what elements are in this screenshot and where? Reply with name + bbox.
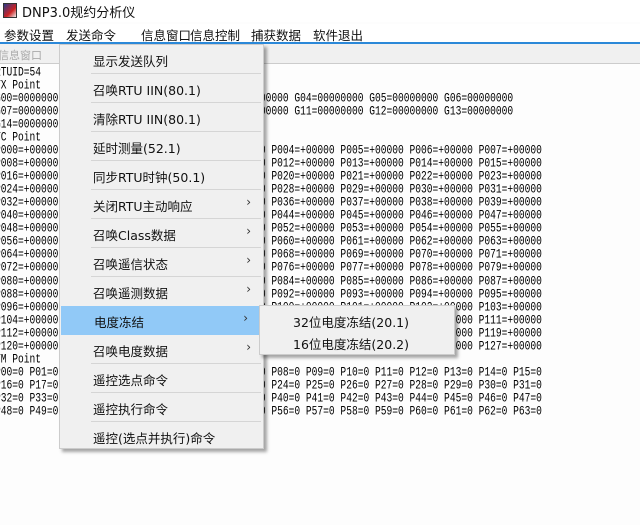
menu-separator: [91, 131, 261, 132]
menu-3[interactable]: 信息控制: [190, 25, 240, 44]
menu-item[interactable]: 召唤RTU IIN(80.1): [60, 74, 263, 103]
chevron-right-icon: ›: [246, 224, 251, 238]
menu-item-label: 电度冻结: [94, 315, 145, 330]
menu-separator: [91, 392, 261, 393]
title-bar: DNP3.0规约分析仪: [0, 0, 640, 22]
menu-item[interactable]: 召唤遥测数据 ›: [60, 277, 263, 306]
menu-separator: [91, 276, 261, 277]
menu-item-label: 召唤遥测数据: [93, 286, 169, 301]
menu-item-label: 关闭RTU主动响应: [93, 199, 193, 214]
menu-item-label: 遥控(选点并执行)命令: [93, 431, 216, 446]
menu-0[interactable]: 参数设置: [4, 25, 54, 44]
menu-1[interactable]: 发送命令: [66, 25, 116, 44]
chevron-right-icon: ›: [243, 311, 248, 325]
menu-separator: [91, 102, 261, 103]
menu-item[interactable]: 召唤电度数据 ›: [60, 335, 263, 364]
submenu-item[interactable]: 16位电度冻结(20.2): [293, 334, 409, 353]
menu-2[interactable]: 信息窗口: [141, 25, 191, 44]
chevron-right-icon: ›: [246, 340, 251, 354]
menu-item[interactable]: 召唤遥信状态 ›: [60, 248, 263, 277]
menu-item-label: 遥控选点命令: [93, 373, 169, 388]
menu-item-label: 遥控执行命令: [93, 402, 169, 417]
toolbar-label: 信息窗口: [0, 49, 42, 62]
menu-item-label: 召唤遥信状态: [93, 257, 169, 272]
menu-item[interactable]: 关闭RTU主动响应 ›: [60, 190, 263, 219]
menu-separator: [91, 218, 261, 219]
menu-item[interactable]: 同步RTU时钟(50.1): [60, 161, 263, 190]
menu-separator: [91, 421, 261, 422]
chevron-right-icon: ›: [246, 195, 251, 209]
menu-separator: [91, 160, 261, 161]
menu-4[interactable]: 捕获数据: [251, 25, 301, 44]
menu-separator: [91, 189, 261, 190]
menu-separator: [91, 363, 261, 364]
menu-item-label: 延时测量(52.1): [93, 141, 181, 156]
menu-item[interactable]: 延时测量(52.1): [60, 132, 263, 161]
send-command-menu: 显示发送队列召唤RTU IIN(80.1) 清除RTU IIN(80.1) 延时测量…: [59, 44, 264, 449]
menu-bar: 参数设置 发送命令 信息窗口 信息控制 捕获数据 软件退出: [0, 24, 640, 44]
window-title: DNP3.0规约分析仪: [22, 6, 136, 21]
menu-item-label: 清除RTU IIN(80.1): [93, 112, 201, 127]
menu-separator: [91, 247, 261, 248]
menu-item[interactable]: 电度冻结 ›: [61, 306, 260, 335]
menu-item[interactable]: 遥控(选点并执行)命令: [60, 422, 263, 451]
submenu-item[interactable]: 32位电度冻结(20.1): [293, 312, 409, 331]
menu-separator: [91, 73, 261, 74]
energy-freeze-submenu: 32位电度冻结(20.1) 16位电度冻结(20.2): [259, 305, 455, 355]
chevron-right-icon: ›: [246, 253, 251, 267]
menu-item-label: 显示发送队列: [93, 54, 169, 69]
menu-item[interactable]: 遥控执行命令: [60, 393, 263, 422]
menu-5[interactable]: 软件退出: [313, 25, 363, 44]
menu-item-label: 召唤电度数据: [93, 344, 169, 359]
menu-item-label: 召唤Class数据: [93, 228, 176, 243]
menu-item[interactable]: 清除RTU IIN(80.1): [60, 103, 263, 132]
app-icon: [3, 3, 17, 18]
menu-item-label: 同步RTU时钟(50.1): [93, 170, 206, 185]
menu-item[interactable]: 召唤Class数据 ›: [60, 219, 263, 248]
chevron-right-icon: ›: [246, 282, 251, 296]
menu-item[interactable]: 显示发送队列: [60, 45, 263, 74]
menu-item-label: 召唤RTU IIN(80.1): [93, 83, 201, 98]
menu-item[interactable]: 遥控选点命令: [60, 364, 263, 393]
